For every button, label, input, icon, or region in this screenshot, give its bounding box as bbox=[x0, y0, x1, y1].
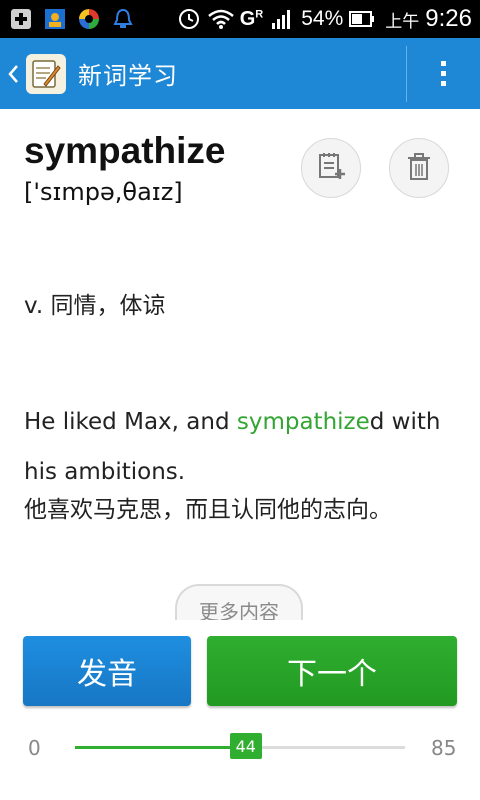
vocab-word: sympathize bbox=[24, 130, 226, 171]
status-bar: GR 54% 上午 9:26 bbox=[0, 0, 480, 38]
word-meaning: v. 同情，体谅 bbox=[24, 293, 166, 319]
battery-icon bbox=[349, 6, 375, 32]
network-type: GR bbox=[239, 7, 264, 30]
contacts-icon bbox=[42, 6, 68, 32]
example-en-pre: He liked Max, and bbox=[24, 409, 237, 435]
progress-max-label: 85 bbox=[431, 736, 457, 760]
example-sentence-cn: 他喜欢马克思，而且认同他的志向。 bbox=[24, 497, 392, 523]
trash-icon bbox=[406, 151, 432, 185]
delete-word-button[interactable] bbox=[389, 138, 449, 198]
example-en-highlight: sympathize bbox=[236, 409, 370, 435]
progress-slider[interactable]: 44 bbox=[75, 733, 405, 759]
progress-current-label: 44 bbox=[235, 736, 256, 756]
back-arrow-icon[interactable] bbox=[2, 38, 24, 109]
next-label: 下一个 bbox=[287, 657, 377, 692]
app-logo-icon[interactable] bbox=[26, 53, 66, 94]
page-title: 新词学习 bbox=[78, 62, 178, 90]
progress-fill bbox=[75, 746, 246, 749]
alarm-ring-icon bbox=[110, 6, 136, 32]
phonetic: ['sɪmpə,θaɪz] bbox=[24, 178, 183, 206]
notebook-add-icon bbox=[316, 151, 346, 185]
app-swirl-icon bbox=[76, 6, 102, 32]
progress-min-label: 0 bbox=[28, 736, 41, 760]
add-square-icon bbox=[8, 6, 34, 32]
clock-time: 9:26 bbox=[425, 5, 472, 32]
action-bar: 新词学习 bbox=[0, 38, 480, 109]
clock-icon bbox=[176, 6, 202, 32]
wifi-icon bbox=[207, 6, 234, 32]
add-to-notebook-button[interactable] bbox=[301, 138, 361, 198]
pronounce-button[interactable]: 发音 bbox=[23, 636, 191, 706]
battery-percent: 54% bbox=[301, 7, 344, 30]
example-sentence-en: He liked Max, and sympathized with his a… bbox=[24, 397, 464, 497]
progress-thumb[interactable]: 44 bbox=[229, 733, 262, 759]
action-bar-divider bbox=[406, 46, 407, 102]
next-word-button[interactable]: 下一个 bbox=[207, 636, 457, 706]
signal-icon bbox=[269, 6, 295, 32]
overflow-menu-icon[interactable] bbox=[408, 38, 480, 109]
time-ampm: 上午 bbox=[385, 11, 420, 31]
pronounce-label: 发音 bbox=[77, 657, 137, 692]
